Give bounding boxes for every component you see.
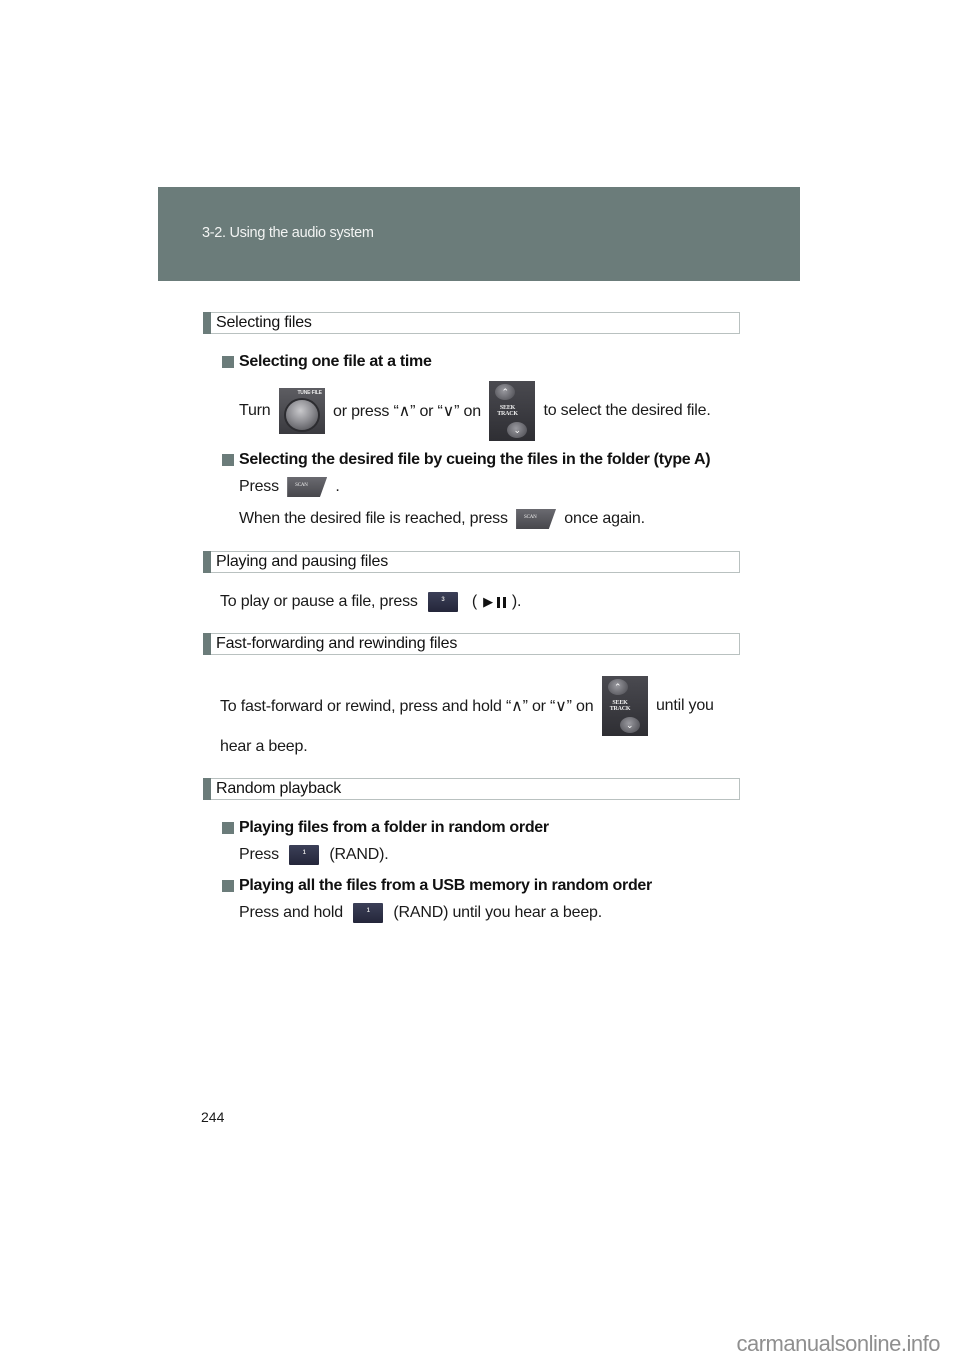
section-heading-playing-pausing: Playing and pausing files <box>203 551 740 573</box>
square-bullet-icon <box>222 822 234 834</box>
instruction-text: or press “∧” or “∨” on <box>328 403 486 420</box>
preset-button-3-icon: 3 <box>427 592 458 612</box>
instruction-text: (RAND). <box>325 846 389 863</box>
section-heading-ff-rewind: Fast-forwarding and rewinding files <box>203 633 740 655</box>
preset-button-1-icon: 1 <box>289 845 320 865</box>
section-title: Random playback <box>216 780 342 797</box>
instruction-line: When the desired file is reached, press … <box>239 507 645 531</box>
chevron-down-icon: ⌄ <box>507 422 528 438</box>
scan-label: SCAN <box>524 515 537 520</box>
instruction-text: ( <box>471 593 478 610</box>
watermark: carmanualsonline.info <box>736 1331 940 1356</box>
instruction-text: Turn <box>239 402 275 419</box>
instruction-text: To fast-forward or rewind, press and hol… <box>220 698 598 715</box>
chapter-header: 3-2. Using the audio system <box>158 187 800 281</box>
section-marker <box>203 778 211 800</box>
page-number: 244 <box>201 1109 225 1125</box>
instruction-line: To play or pause a file, press 3 ( ▶ ). <box>220 590 521 614</box>
square-bullet-icon <box>222 880 234 892</box>
instruction-text: hear a beep. <box>220 738 308 755</box>
instruction-line: hear a beep. <box>220 735 308 759</box>
chevron-up-icon: ⌃ <box>607 679 628 695</box>
preset-button-1-icon: 1 <box>353 903 384 923</box>
preset-label: 1 <box>302 850 306 856</box>
section-title: Playing and pausing files <box>216 553 389 570</box>
subheading-text: Playing all the files from a USB memory … <box>239 877 652 894</box>
instruction-line: Press and hold 1 (RAND) until you hear a… <box>239 901 602 925</box>
instruction-text: Press and hold <box>239 904 348 921</box>
subheading-text: Playing files from a folder in random or… <box>239 819 549 836</box>
section-marker <box>203 312 211 334</box>
square-bullet-icon <box>222 454 234 466</box>
section-heading-random-playback: Random playback <box>203 778 740 800</box>
instruction-text: . <box>331 478 340 495</box>
knob-dial <box>285 400 318 430</box>
knob-label: TUNE·FILE <box>297 390 322 396</box>
scan-label: SCAN <box>295 483 308 488</box>
instruction-text: once again. <box>560 510 645 527</box>
instruction-line: To fast-forward or rewind, press and hol… <box>220 676 714 736</box>
subheading-text: Selecting the desired file by cueing the… <box>239 451 711 468</box>
instruction-text: Press <box>239 478 284 495</box>
scan-button-icon: SCAN <box>516 509 557 529</box>
tune-file-knob-icon: TUNE·FILE <box>278 388 325 434</box>
section-title: Fast-forwarding and rewinding files <box>216 635 458 652</box>
subheading-one-file: Selecting one file at a time <box>222 353 432 371</box>
subheading-random-folder: Playing files from a folder in random or… <box>222 819 549 837</box>
subheading-text: Selecting one file at a time <box>239 353 432 370</box>
subheading-random-usb: Playing all the files from a USB memory … <box>222 877 652 895</box>
preset-label: 3 <box>441 597 445 603</box>
section-marker <box>203 633 211 655</box>
instruction-text: (RAND) until you hear a beep. <box>389 904 602 921</box>
chapter-title: 3-2. Using the audio system <box>202 225 374 241</box>
chevron-up-icon: ⌃ <box>495 384 516 400</box>
subheading-cueing: Selecting the desired file by cueing the… <box>222 451 711 469</box>
seek-track-button-icon: ⌃ SEEK TRACK ⌄ <box>489 381 536 441</box>
play-pause-icon: ▶ <box>483 594 506 610</box>
seek-track-label: SEEK TRACK <box>609 700 631 712</box>
instruction-text: Press <box>239 846 284 863</box>
seek-track-button-icon: ⌃ SEEK TRACK ⌄ <box>601 676 648 736</box>
instruction-text: until you <box>651 697 714 714</box>
instruction-line: Press 1 (RAND). <box>239 843 389 867</box>
seek-track-label: SEEK TRACK <box>497 405 518 417</box>
square-bullet-icon <box>222 356 234 368</box>
instruction-line: Turn TUNE·FILE or press “∧” or “∨” on ⌃ … <box>239 381 711 441</box>
instruction-line: Press SCAN . <box>239 475 340 499</box>
chevron-down-icon: ⌄ <box>619 717 640 733</box>
scan-button-icon: SCAN <box>287 477 328 497</box>
section-title: Selecting files <box>216 314 312 331</box>
instruction-text: When the desired file is reached, press <box>239 510 513 527</box>
instruction-text: to select the desired file. <box>539 402 711 419</box>
instruction-text: ). <box>511 593 522 610</box>
preset-label: 1 <box>366 908 370 914</box>
section-marker <box>203 551 211 573</box>
section-heading-selecting-files: Selecting files <box>203 312 740 334</box>
instruction-text: To play or pause a file, press <box>220 593 422 610</box>
